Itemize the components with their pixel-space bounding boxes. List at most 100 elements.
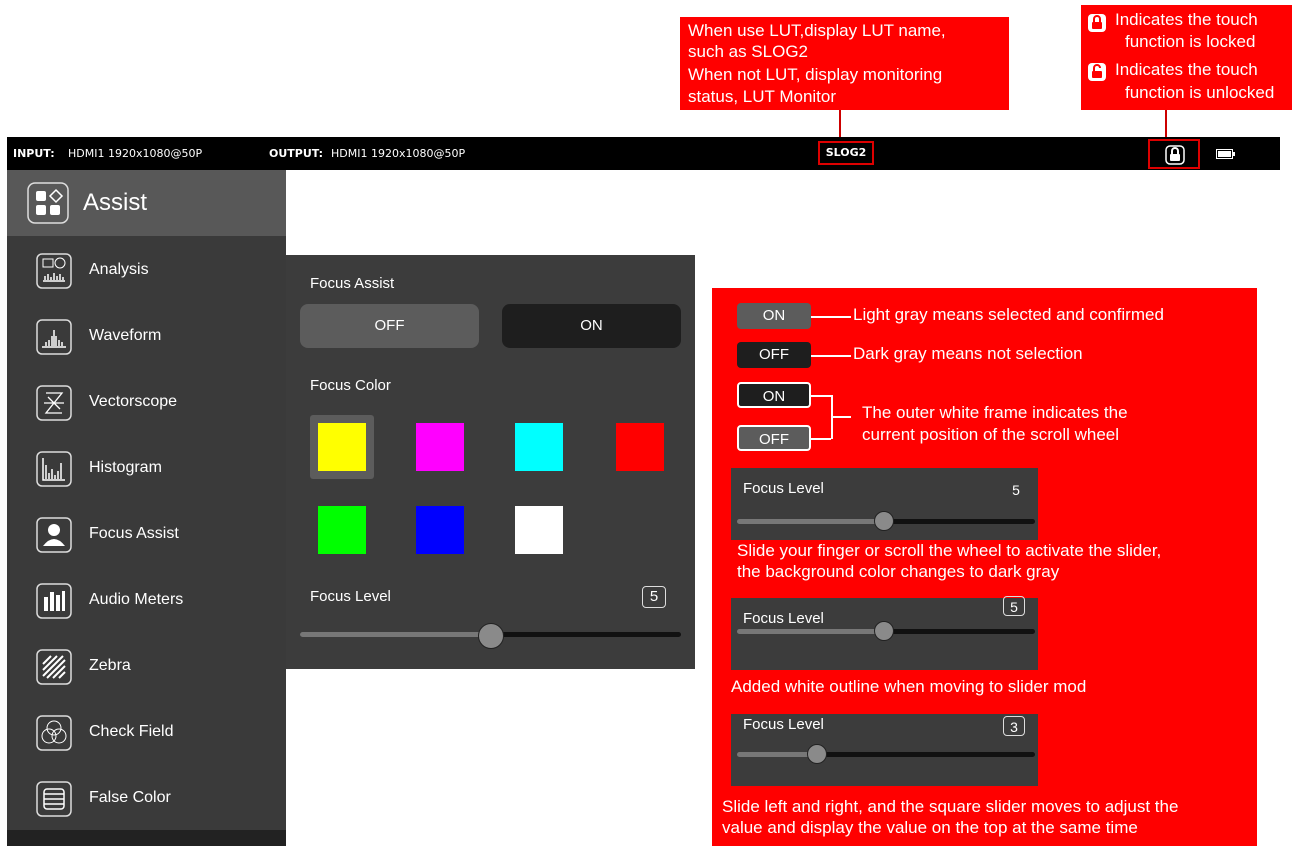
anno-off-dark: OFF <box>737 342 811 368</box>
anno-lr-text-2: value and display the value on the top a… <box>722 818 1138 837</box>
anno-bracket-top <box>811 395 831 397</box>
focus-off-button[interactable]: OFF <box>300 304 479 348</box>
sidebar-item-label: Audio Meters <box>89 591 184 608</box>
lock-unlocked-line-2: function is unlocked <box>1125 83 1275 102</box>
anno-track <box>882 629 1035 634</box>
anno-focus-level-example-3: Focus Level 3 <box>731 714 1038 786</box>
anno-slider-handle <box>874 511 894 531</box>
lock-open-icon <box>1088 63 1106 81</box>
anno-focus-level-value: 3 <box>1003 716 1025 736</box>
audio-meters-icon <box>36 583 72 619</box>
lock-callout: Indicates the touch function is locked I… <box>1081 5 1292 110</box>
anno-track-fill <box>737 519 882 524</box>
sidebar-item-false-color[interactable]: False Color <box>7 767 286 833</box>
check-field-icon <box>36 715 72 751</box>
lock-callout-connector <box>1165 110 1167 140</box>
focus-level-value: 5 <box>642 586 666 608</box>
sidebar-item-label: Waveform <box>89 327 162 344</box>
lut-callout-line-4: status, LUT Monitor <box>688 87 837 106</box>
zebra-icon <box>36 649 72 685</box>
anno-slide-text-2: the background color changes to dark gra… <box>737 562 1060 581</box>
waveform-icon <box>36 319 72 355</box>
anno-bracket-bottom <box>811 438 831 440</box>
lock-locked-line-1: Indicates the touch <box>1115 10 1258 29</box>
color-swatch-red[interactable] <box>616 423 664 471</box>
anno-leader-2 <box>811 355 851 357</box>
vectorscope-icon <box>36 385 72 421</box>
assist-icon <box>27 182 69 224</box>
lut-status-badge[interactable]: SLOG2 <box>818 141 874 165</box>
focus-assist-panel: Focus Assist OFF ON Focus Color Focus Le… <box>286 255 695 669</box>
color-swatch-cyan[interactable] <box>515 423 563 471</box>
color-swatch-magenta[interactable] <box>416 423 464 471</box>
focus-assist-icon <box>36 517 72 553</box>
focus-level-slider-handle[interactable] <box>477 623 504 649</box>
anno-slide-text-1: Slide your finger or scroll the wheel to… <box>737 541 1162 560</box>
focus-on-button[interactable]: ON <box>502 304 681 348</box>
anno-track <box>882 519 1035 524</box>
sidebar-item-label: Focus Assist <box>89 525 179 542</box>
focus-color-title: Focus Color <box>310 377 391 394</box>
histogram-icon <box>36 451 72 487</box>
anno-on-light: ON <box>737 303 811 329</box>
assist-title: Assist <box>83 189 148 216</box>
sidebar-footer <box>7 830 286 846</box>
analysis-icon <box>36 253 72 289</box>
anno-track-fill <box>737 629 882 634</box>
sidebar-item-label: Zebra <box>89 657 131 674</box>
anno-dark-gray-text: Dark gray means not selection <box>853 344 1083 363</box>
annotation-panel: ON Light gray means selected and confirm… <box>712 288 1257 846</box>
output-value: HDMI1 1920x1080@50P <box>331 147 466 160</box>
false-color-icon <box>36 781 72 817</box>
input-value: HDMI1 1920x1080@50P <box>68 147 203 160</box>
lock-locked-line-2: function is locked <box>1125 32 1256 51</box>
battery-icon <box>1216 149 1235 159</box>
sidebar-item-label: Vectorscope <box>89 393 178 410</box>
anno-light-gray-text: Light gray means selected and confirmed <box>853 305 1164 324</box>
anno-frame-text-2: current position of the scroll wheel <box>862 425 1120 444</box>
lock-closed-icon <box>1088 14 1106 32</box>
anno-focus-level-label: Focus Level <box>743 480 824 497</box>
assist-header[interactable]: Assist <box>7 170 286 236</box>
anno-track <box>815 752 1035 757</box>
focus-level-track-fill <box>300 632 491 637</box>
sidebar-item-check-field[interactable]: Check Field <box>7 701 286 767</box>
color-swatch-yellow[interactable] <box>318 423 366 471</box>
anno-lr-text-1: Slide left and right, and the square sli… <box>722 797 1179 816</box>
lut-callout-line-2: such as SLOG2 <box>688 42 809 61</box>
sidebar-item-audio-meters[interactable]: Audio Meters <box>7 569 286 635</box>
sidebar-item-label: Analysis <box>89 261 149 278</box>
sidebar-item-histogram[interactable]: Histogram <box>7 437 286 503</box>
anno-focus-level-example-1: Focus Level 5 <box>731 468 1038 540</box>
color-swatch-blue[interactable] <box>416 506 464 554</box>
sidebar-item-zebra[interactable]: Zebra <box>7 635 286 701</box>
anno-slider-handle <box>807 744 827 764</box>
anno-track-fill <box>737 752 815 757</box>
sidebar-item-analysis[interactable]: Analysis <box>7 239 286 305</box>
anno-on-framed: ON <box>737 382 811 408</box>
lut-callout-line-1: When use LUT,display LUT name, <box>688 21 946 40</box>
input-label: INPUT: <box>13 147 55 160</box>
lock-icon <box>1165 145 1185 165</box>
focus-assist-title: Focus Assist <box>310 275 395 292</box>
sidebar-item-waveform[interactable]: Waveform <box>7 305 286 371</box>
color-swatch-green[interactable] <box>318 506 366 554</box>
anno-slider-handle <box>874 621 894 641</box>
anno-focus-level-example-2: Focus Level 5 <box>731 596 1038 670</box>
status-bar: INPUT: HDMI1 1920x1080@50P OUTPUT: HDMI1… <box>7 137 1280 170</box>
anno-off-framed: OFF <box>737 425 811 451</box>
anno-frame-text-1: The outer white frame indicates the <box>862 403 1128 422</box>
output-label: OUTPUT: <box>269 147 324 160</box>
anno-bracket-mid <box>831 416 851 418</box>
anno-focus-level-value: 5 <box>1003 596 1025 616</box>
color-swatch-white[interactable] <box>515 506 563 554</box>
focus-level-title: Focus Level <box>310 588 391 605</box>
sidebar-item-focus-assist[interactable]: Focus Assist <box>7 503 286 569</box>
assist-sidebar: Assist Analysis Waveform Vectorscope His… <box>7 170 286 846</box>
anno-focus-level-value: 5 <box>1012 482 1020 498</box>
touch-lock-button[interactable] <box>1148 139 1200 169</box>
anno-focus-level-label: Focus Level <box>743 610 824 627</box>
anno-outline-text: Added white outline when moving to slide… <box>731 677 1087 696</box>
sidebar-item-vectorscope[interactable]: Vectorscope <box>7 371 286 437</box>
lut-callout-line-3: When not LUT, display monitoring <box>688 65 943 84</box>
